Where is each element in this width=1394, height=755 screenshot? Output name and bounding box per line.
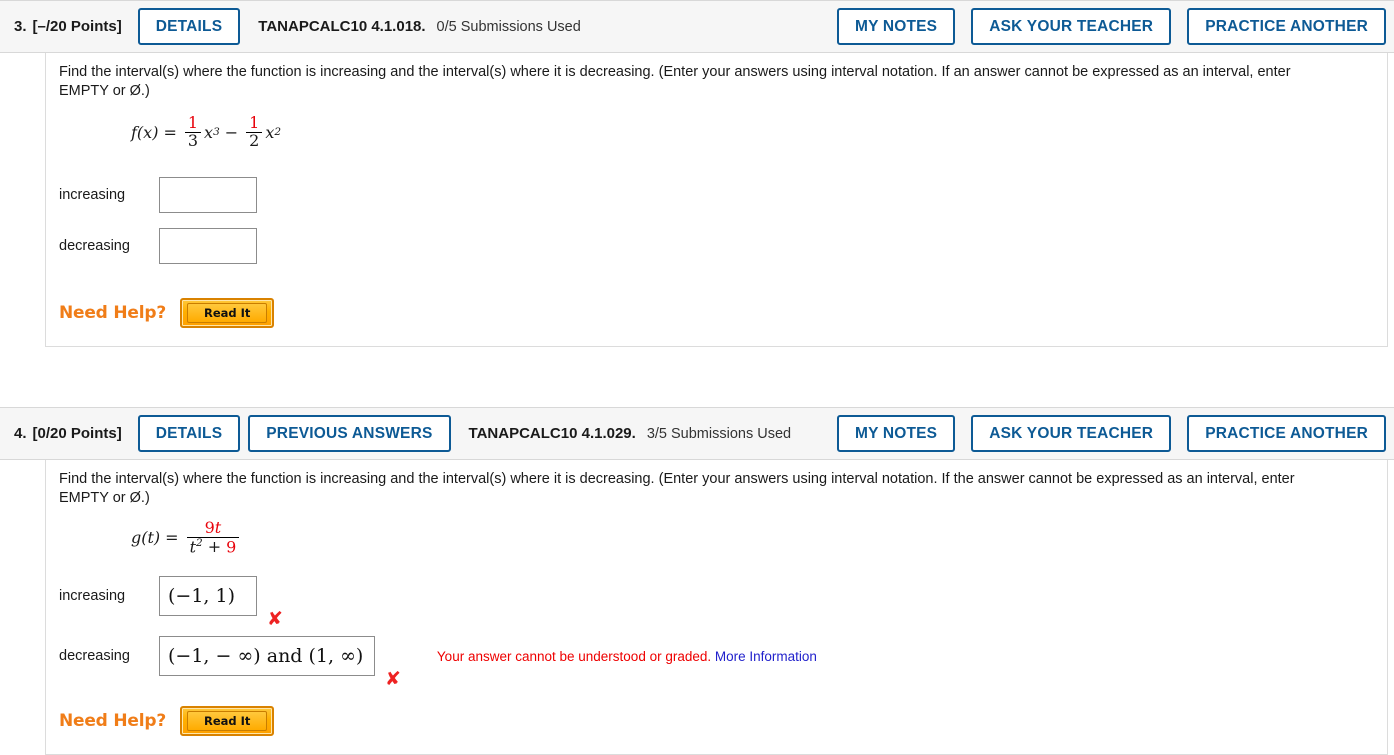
question-text-line1: Find the interval(s) where the function …: [59, 64, 1291, 80]
term1-exponent: 3: [213, 126, 220, 139]
formula-lhs: g(t): [131, 528, 161, 548]
question-points: [–/20 Points]: [32, 18, 122, 35]
question-text: Find the interval(s) where the function …: [46, 470, 1361, 508]
numerator-coefficient: 9: [204, 518, 215, 537]
incorrect-icon: ✘: [385, 668, 401, 690]
need-help-row-4: Need Help? Read It: [46, 706, 1387, 736]
header-actions: MY NOTES ASK YOUR TEACHER PRACTICE ANOTH…: [836, 414, 1388, 453]
increasing-input[interactable]: [159, 177, 257, 213]
formula-equals: =: [165, 528, 179, 548]
formula-equals: =: [163, 122, 177, 142]
decreasing-label: decreasing: [59, 238, 130, 254]
decreasing-row: decreasing (−1, − ∞) and (1, ∞) ✘ Your a…: [46, 636, 1387, 690]
decreasing-input[interactable]: [159, 228, 257, 264]
increasing-row: increasing (−1, 1) ✘: [46, 576, 1387, 630]
need-help-row-3: Need Help? Read It: [46, 298, 1387, 328]
practice-another-button[interactable]: PRACTICE ANOTHER: [1187, 414, 1386, 453]
need-help-label: Need Help?: [59, 303, 166, 323]
question-number: 4.: [14, 425, 27, 442]
formula-operator: −: [224, 122, 239, 142]
card-gap: [0, 347, 1394, 407]
question-header-4: 4. [0/20 Points] DETAILS PREVIOUS ANSWER…: [0, 407, 1394, 460]
increasing-label: increasing: [59, 588, 126, 604]
function-formula: f(x) = 1 3 x3 − 1 2 x2: [131, 113, 282, 150]
read-it-button[interactable]: Read It: [180, 298, 275, 328]
more-information-link[interactable]: More Information: [715, 649, 817, 664]
submissions-used: 3/5 Submissions Used: [646, 425, 792, 442]
numerator: 1: [187, 113, 199, 132]
rational-fraction: 9t t2 +9: [186, 518, 240, 557]
previous-answers-button[interactable]: PREVIOUS ANSWERS: [248, 414, 451, 453]
incorrect-icon: ✘: [267, 608, 283, 630]
error-message: Your answer cannot be understood or grad…: [437, 649, 817, 664]
denominator-operator: +: [207, 537, 222, 557]
question-text-line2: EMPTY or Ø.): [59, 83, 150, 99]
question-card-4: 4. [0/20 Points] DETAILS PREVIOUS ANSWER…: [0, 407, 1394, 755]
question-code: TANAPCALC10 4.1.029.: [468, 425, 636, 442]
read-it-label: Read It: [187, 303, 268, 323]
question-code: TANAPCALC10 4.1.018.: [258, 18, 426, 35]
header-actions: MY NOTES ASK YOUR TEACHER PRACTICE ANOTH…: [836, 7, 1388, 46]
formula-row: f(x) = 1 3 x3 − 1 2 x2: [46, 113, 1387, 155]
formula-row: g(t) = 9t t2 +9: [46, 518, 1387, 560]
question-text-line1: Find the interval(s) where the function …: [59, 471, 1295, 487]
denominator: 2: [246, 131, 263, 150]
numerator-variable: t: [214, 518, 222, 537]
denominator: 3: [184, 131, 202, 150]
practice-another-button[interactable]: PRACTICE ANOTHER: [1187, 7, 1386, 46]
term1-variable: x: [204, 122, 214, 142]
need-help-label: Need Help?: [59, 711, 166, 731]
function-formula: g(t) = 9t t2 +9: [131, 518, 242, 557]
assignment-page: 3. [–/20 Points] DETAILS TANAPCALC10 4.1…: [0, 0, 1394, 755]
read-it-button[interactable]: Read It: [180, 706, 275, 736]
read-it-label: Read It: [187, 711, 268, 731]
details-button[interactable]: DETAILS: [137, 7, 241, 46]
question-text-line2: EMPTY or Ø.): [59, 490, 150, 506]
fraction-one-half: 1 2: [246, 113, 263, 150]
details-button[interactable]: DETAILS: [137, 414, 241, 453]
question-body-3: Find the interval(s) where the function …: [45, 53, 1388, 347]
denominator-exponent: 2: [196, 536, 203, 549]
ask-your-teacher-button[interactable]: ASK YOUR TEACHER: [971, 7, 1172, 46]
question-body-4: Find the interval(s) where the function …: [45, 460, 1388, 755]
denominator: t2 +9: [186, 536, 240, 557]
decreasing-row: decreasing: [46, 228, 1387, 264]
fraction-one-third: 1 3: [184, 113, 202, 150]
ask-your-teacher-button[interactable]: ASK YOUR TEACHER: [971, 414, 1172, 453]
decreasing-input[interactable]: (−1, − ∞) and (1, ∞): [159, 636, 375, 676]
numerator: 1: [249, 113, 260, 132]
question-points: [0/20 Points]: [32, 425, 122, 442]
formula-lhs: f(x): [131, 122, 159, 142]
term2-exponent: 2: [274, 126, 282, 139]
question-card-3: 3. [–/20 Points] DETAILS TANAPCALC10 4.1…: [0, 0, 1394, 347]
increasing-label: increasing: [59, 187, 126, 203]
increasing-input[interactable]: (−1, 1): [159, 576, 257, 616]
my-notes-button[interactable]: MY NOTES: [836, 7, 956, 46]
question-header-3: 3. [–/20 Points] DETAILS TANAPCALC10 4.1…: [0, 0, 1394, 53]
increasing-row: increasing: [46, 177, 1387, 213]
decreasing-label: decreasing: [59, 648, 130, 664]
my-notes-button[interactable]: MY NOTES: [836, 414, 956, 453]
denominator-constant: 9: [226, 537, 237, 557]
submissions-used: 0/5 Submissions Used: [436, 18, 581, 35]
numerator: 9t: [202, 518, 225, 537]
error-message-text: Your answer cannot be understood or grad…: [436, 648, 712, 664]
question-number: 3.: [14, 18, 27, 35]
question-text: Find the interval(s) where the function …: [46, 63, 1361, 101]
